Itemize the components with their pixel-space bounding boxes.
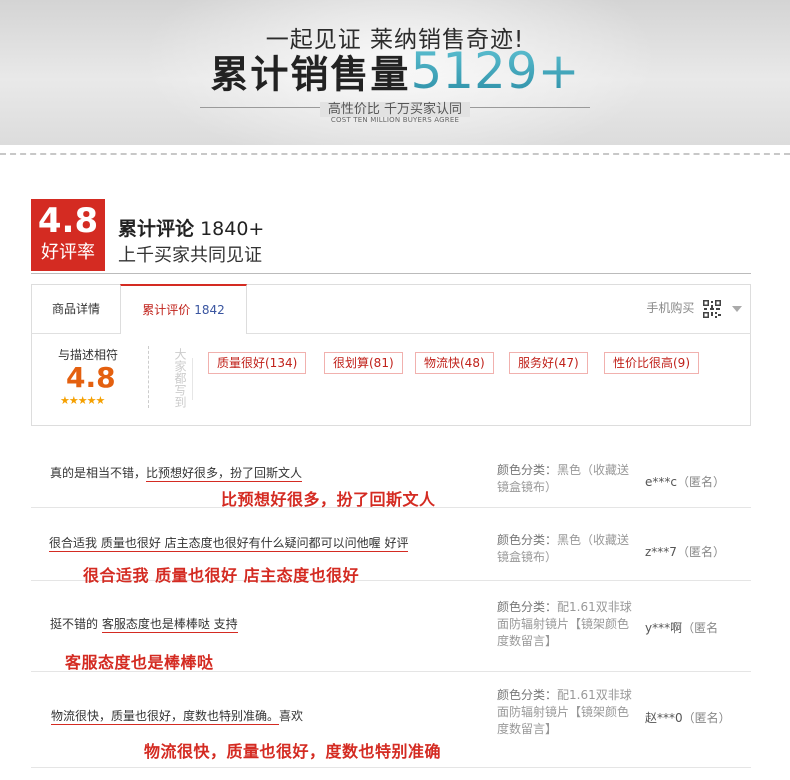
review-item: 真的是相当不错，比预想好很多，扮了回斯文人 比预想好很多，扮了回斯文人 颜色分类… <box>31 448 751 509</box>
chevron-down-icon <box>732 305 742 312</box>
mobile-buy-button[interactable]: 手机购买 <box>646 298 742 319</box>
review-item: 挺不错的 客服态度也是棒棒哒 支持 客服态度也是棒棒哒 颜色分类：配1.61双非… <box>31 581 751 672</box>
review-item: 很合适我 质量也很好 店主态度也很好有什么疑问都可以问他喔 好评 很合适我 质量… <box>31 508 751 585</box>
tags-divider <box>192 358 193 400</box>
dashed-divider <box>0 153 790 155</box>
sku-key: 颜色分类： <box>497 463 558 477</box>
impression-tag[interactable]: 服务好(47) <box>509 352 588 374</box>
review-sku: 颜色分类：配1.61双非球面防辐射镜片【镜架颜色度数留言】 <box>497 599 635 650</box>
positive-rate-label: 好评率 <box>41 242 95 263</box>
tab-reviews-label: 累计评价 <box>142 303 191 317</box>
reviewer: y***啊（匿名 <box>645 619 718 636</box>
review-sku: 颜色分类：黑色（收藏送镜盒镜布） <box>497 462 635 496</box>
reviewer-name: z***7 <box>645 545 677 559</box>
reviewer-anon: （匿名） <box>676 475 725 489</box>
review-summary-title: 累计评论 1840+ <box>118 214 264 241</box>
reviewer-name: 赵***0 <box>645 711 683 725</box>
review-text: 物流很快，质量也很好，度数也特别准确。喜欢 <box>51 707 304 725</box>
banner-subtitle-en: COST TEN MILLION BUYERS AGREE <box>330 116 460 124</box>
reviewer-anon: （匿名） <box>682 711 731 725</box>
reviewer: z***7（匿名） <box>645 543 725 560</box>
reviewer-name: y***啊 <box>645 621 683 635</box>
score-divider <box>148 346 149 408</box>
tab-bar: 商品详情 累计评价 1842 手机购买 <box>31 284 751 335</box>
banner-subtitle: 高性价比 千万买家认同 <box>319 102 471 117</box>
review-sku: 颜色分类：黑色（收藏送镜盒镜布） <box>497 532 635 566</box>
review-text: 真的是相当不错，比预想好很多，扮了回斯文人 <box>50 464 303 482</box>
impression-tag[interactable]: 质量很好(134) <box>208 352 307 374</box>
qr-code-icon <box>702 298 723 319</box>
review-text: 很合适我 质量也很好 店主态度也很好有什么疑问都可以问他喔 好评 <box>49 534 409 552</box>
review-text-highlight: 物流很快，质量也很好，度数也特别准确。 <box>51 709 280 725</box>
banner-subtitle-wrap: 高性价比 千万买家认同 <box>0 98 790 117</box>
reviewer: 赵***0（匿名） <box>645 709 731 726</box>
review-summary-count: 1840+ <box>200 218 265 240</box>
reviewer: e***c（匿名） <box>645 473 725 490</box>
summary-rule <box>31 273 751 274</box>
reviewer-name: e***c <box>645 475 677 489</box>
review-text-highlight: 比预想好很多，扮了回斯文人 <box>146 466 303 482</box>
everyone-says-label: 大家都写到 <box>173 348 187 408</box>
sales-banner: 一起见证 莱纳销售奇迹! 累计销售量5129+ 高性价比 千万买家认同 COST… <box>0 0 790 145</box>
cumulative-sales-number: 5129+ <box>410 42 580 100</box>
review-item: 物流很快，质量也很好，度数也特别准确。喜欢 物流很快，质量也很好，度数也特别准确… <box>31 672 751 768</box>
mobile-buy-label: 手机购买 <box>646 301 695 315</box>
impression-tag[interactable]: 物流快(48) <box>415 352 494 374</box>
review-text: 挺不错的 客服态度也是棒棒哒 支持 <box>50 615 238 633</box>
sku-key: 颜色分类： <box>497 600 558 614</box>
sku-key: 颜色分类： <box>497 533 558 547</box>
banner-headline: 累计销售量5129+ <box>0 42 790 100</box>
review-text-plain: 真的是相当不错， <box>50 466 147 480</box>
positive-rate-score: 4.8 <box>37 201 99 241</box>
cumulative-sales-label: 累计销售量 <box>210 52 411 97</box>
positive-rate-badge: 4.8 好评率 <box>31 199 105 271</box>
review-text-highlight: 很合适我 质量也很好 店主态度也很好有什么疑问都可以问他喔 好评 <box>49 536 409 552</box>
review-text-tail: 喜欢 <box>279 709 304 723</box>
tab-product-details[interactable]: 商品详情 <box>32 285 120 333</box>
review-text-highlight: 客服态度也是棒棒哒 支持 <box>101 617 238 633</box>
reviewer-anon: （匿名） <box>676 545 725 559</box>
review-annotation: 客服态度也是棒棒哒 <box>65 653 214 672</box>
sku-key: 颜色分类： <box>497 688 558 702</box>
review-summary-title-text: 累计评论 <box>118 218 195 240</box>
match-description-score: 4.8 <box>66 361 116 394</box>
review-text-plain: 挺不错的 <box>50 617 102 631</box>
tab-cumulative-reviews[interactable]: 累计评价 1842 <box>120 284 247 335</box>
tab-reviews-count: 1842 <box>194 303 225 317</box>
review-summary-subtitle: 上千买家共同见证 <box>118 245 262 266</box>
impression-tag[interactable]: 性价比很高(9) <box>604 352 699 374</box>
review-sku: 颜色分类：配1.61双非球面防辐射镜片【镜架颜色度数留言】 <box>497 687 635 738</box>
review-annotation: 比预想好很多，扮了回斯文人 <box>221 490 436 509</box>
star-rating-icon: ★★★★★ <box>60 394 105 407</box>
impression-tag[interactable]: 很划算(81) <box>324 352 403 374</box>
review-annotation: 物流很快，质量也很好，度数也特别准确 <box>144 742 442 761</box>
score-panel: 与描述相符 4.8 ★★★★★ 大家都写到 质量很好(134) 很划算(81) … <box>31 334 751 426</box>
reviewer-anon: （匿名 <box>682 621 719 635</box>
